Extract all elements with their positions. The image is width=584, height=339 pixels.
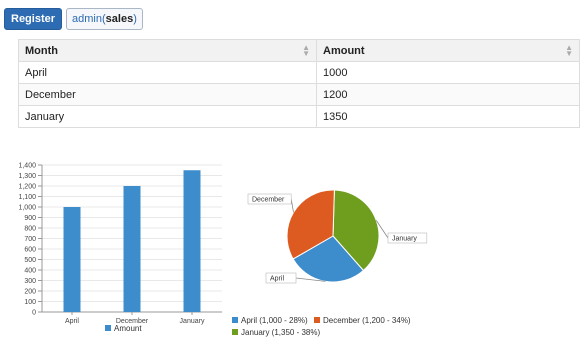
pie-callout-label: January [392,236,417,243]
pie-chart: April December January April (1,000 - 28%) D… [232,189,428,337]
user-role: sales [105,13,134,25]
bar-chart: 0 100 200 300 400 500 600 700 800 900 1,000 1,100 1,… [18,163,222,333]
cell-month: January [18,105,317,128]
user-suffix: ) [133,13,137,25]
pie-callout-label: December [252,197,285,204]
column-header-amount[interactable]: Amount ▲ ▼ [316,39,580,62]
cell-amount: 1000 [316,61,580,84]
y-tick-label: 200 [24,289,36,296]
user-prefix: admin( [72,13,106,25]
cell-amount: 1350 [316,105,580,128]
bar-january [183,170,201,312]
legend-swatch-december [314,317,320,323]
table-row[interactable]: April 1000 [18,61,580,84]
legend-label-april: April (1,000 - 28%) [241,316,308,325]
y-tick-label: 1,400 [18,163,36,170]
cell-month: April [18,61,317,84]
legend-swatch-january [232,329,238,335]
pie-callout-label: April [270,276,284,283]
legend-swatch-amount [105,325,111,331]
x-tick-label: April [65,318,79,325]
y-tick-label: 800 [24,226,36,233]
y-tick-label: 100 [24,299,36,306]
x-tick-label: January [180,318,205,325]
y-tick-label: 0 [32,310,36,317]
legend-swatch-april [232,317,238,323]
legend-label-december: December (1,200 - 34%) [323,316,411,325]
data-table: Month ▲ ▼ Amount ▲ ▼ April 1000 December 1… [18,39,580,128]
column-header-month[interactable]: Month ▲ ▼ [18,39,317,62]
y-tick-label: 1,000 [18,205,36,212]
legend-label-january: January (1,350 - 38%) [241,328,320,337]
y-tick-label: 300 [24,278,36,285]
y-tick-label: 1,200 [18,184,36,191]
cell-amount: 1200 [316,83,580,106]
column-header-label: Amount [323,44,365,57]
sort-icon: ▲ ▼ [565,43,573,58]
y-tick-label: 1,300 [18,173,36,180]
cell-month: December [18,83,317,106]
register-button[interactable]: Register [4,8,63,30]
bar-december [123,186,141,312]
table-row[interactable]: January 1350 [18,105,580,128]
top-toolbar: Register admin(sales) [4,8,143,30]
table-row[interactable]: December 1200 [18,83,580,106]
sort-icon: ▲ ▼ [302,43,310,58]
legend-label-amount: Amount [114,324,142,333]
table-header-row: Month ▲ ▼ Amount ▲ ▼ [18,39,580,62]
y-tick-label: 1,100 [18,194,36,201]
bar-april [63,207,81,312]
pie-callout-line [290,198,294,213]
y-tick-label: 700 [24,236,36,243]
user-menu-button[interactable]: admin(sales) [66,8,143,30]
column-header-label: Month [25,44,58,57]
y-tick-label: 500 [24,257,36,264]
y-tick-label: 900 [24,215,36,222]
y-tick-label: 600 [24,247,36,254]
y-tick-label: 400 [24,268,36,275]
